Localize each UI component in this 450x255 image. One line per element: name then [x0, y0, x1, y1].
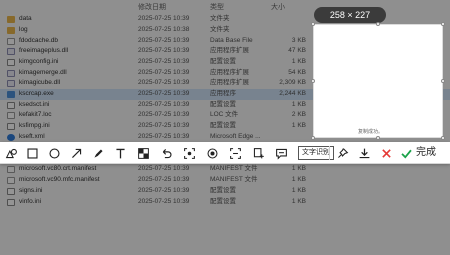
record-icon[interactable] — [181, 145, 197, 161]
mosaic-tool-icon[interactable] — [135, 145, 151, 161]
screenshot-toolbar: 文字识别 完成 — [0, 142, 450, 164]
pen-tool-icon[interactable] — [90, 145, 106, 161]
resize-handle-left[interactable] — [311, 79, 315, 83]
arrow-tool-icon[interactable] — [68, 145, 84, 161]
resize-handle-right[interactable] — [441, 79, 445, 83]
resize-handle-bottom-left[interactable] — [311, 136, 315, 140]
comment-icon[interactable] — [273, 145, 289, 161]
resize-handle-bottom-right[interactable] — [441, 136, 445, 140]
rectangle-tool-icon[interactable] — [24, 145, 40, 161]
capture-region[interactable]: 复制成功。 — [313, 24, 443, 138]
resize-handle-top-left[interactable] — [311, 22, 315, 26]
pin-icon[interactable] — [334, 145, 350, 161]
resize-handle-bottom[interactable] — [376, 136, 380, 140]
capture-content-text: 复制成功。 — [358, 129, 384, 135]
text-tool-icon[interactable] — [112, 145, 128, 161]
undo-icon[interactable] — [158, 145, 174, 161]
resize-handle-top[interactable] — [376, 22, 380, 26]
cancel-icon[interactable] — [378, 145, 394, 161]
resize-handle-top-right[interactable] — [441, 22, 445, 26]
done-button[interactable]: 完成 — [416, 145, 436, 161]
target-icon[interactable] — [204, 145, 220, 161]
long-screenshot-icon[interactable] — [250, 145, 266, 161]
checkmark-icon[interactable] — [398, 145, 414, 161]
toolbar-divider — [329, 146, 330, 160]
selection-size-badge: 258 × 227 — [314, 7, 386, 23]
ellipse-tool-icon[interactable] — [46, 145, 62, 161]
download-icon[interactable] — [356, 145, 372, 161]
ocr-icon[interactable] — [227, 145, 243, 161]
shape-tool-icon[interactable] — [3, 145, 19, 161]
